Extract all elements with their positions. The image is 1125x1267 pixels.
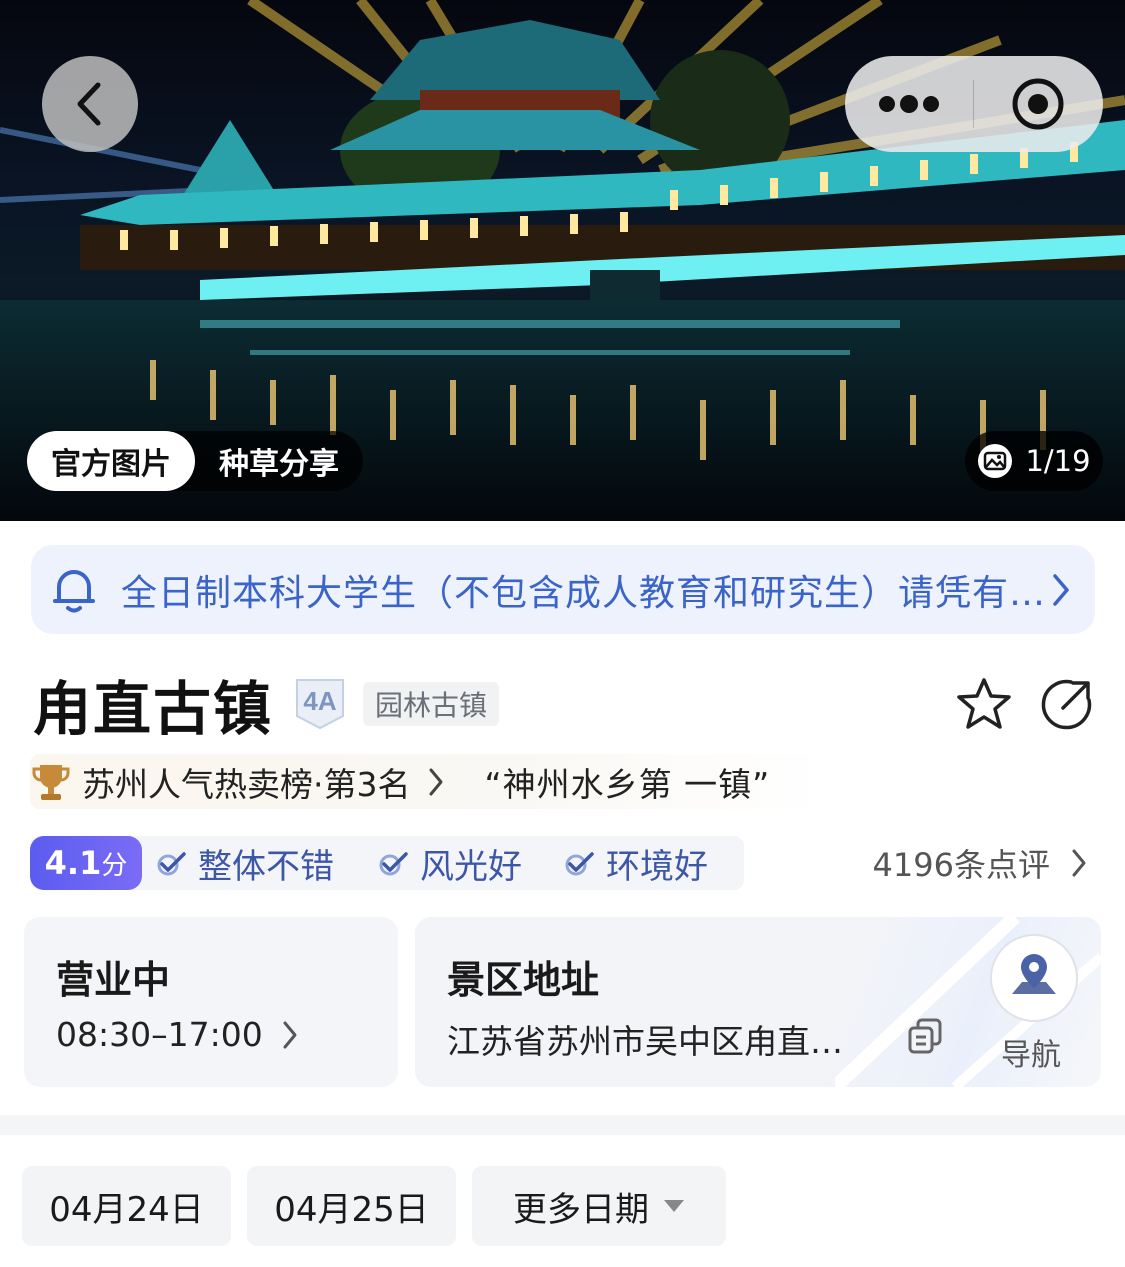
slogan-text: “神州水乡第 一镇” xyxy=(484,765,771,804)
rating-tag: 风光好 xyxy=(378,836,522,890)
check-icon xyxy=(565,852,594,876)
star-icon[interactable] xyxy=(955,676,1013,732)
address-card[interactable]: 景区地址 江苏省苏州市吴中区甪直… 导航 xyxy=(415,917,1101,1087)
more-button[interactable] xyxy=(845,56,973,152)
navigation-button[interactable] xyxy=(990,934,1078,1022)
rating-tag-label: 风光好 xyxy=(420,846,522,887)
close-miniprogram-button[interactable] xyxy=(974,56,1102,152)
share-icon[interactable] xyxy=(1041,678,1093,730)
date-option[interactable]: 04月25日 xyxy=(247,1166,456,1246)
tab-user-shares[interactable]: 种草分享 xyxy=(195,431,363,491)
title-row: 甪直古镇 4A 园林古镇 xyxy=(33,664,1103,744)
hero-photo[interactable]: 官方图片 种草分享 1/19 xyxy=(0,0,1125,521)
ranking-row[interactable]: 苏州人气热卖榜·第3名 “神州水乡第 一镇” xyxy=(30,756,770,808)
opening-hours-card[interactable]: 营业中 08:30–17:00 xyxy=(24,917,398,1087)
back-button[interactable] xyxy=(42,56,138,152)
date-option[interactable]: 04月24日 xyxy=(22,1166,231,1246)
chevron-left-icon xyxy=(77,82,101,126)
opening-time-row: 08:30–17:00 xyxy=(56,1015,299,1054)
reviews-count: 4196条点评 xyxy=(872,846,1050,884)
notice-text: 全日制本科大学生（不包含成人教育和研究生）请凭有… xyxy=(121,572,1047,614)
map-pin-icon xyxy=(1012,954,1056,994)
more-dates-button[interactable]: 更多日期 xyxy=(472,1166,726,1246)
section-separator xyxy=(0,1115,1125,1135)
copy-icon[interactable] xyxy=(907,1017,943,1055)
ranking-text: 苏州人气热卖榜·第3名 xyxy=(82,765,411,804)
caret-down-icon xyxy=(664,1200,684,1212)
score-badge: 4.1 分 xyxy=(30,836,142,890)
rating-tag: 整体不错 xyxy=(156,836,334,890)
attraction-name: 甪直古镇 xyxy=(33,675,274,743)
opening-time: 08:30–17:00 xyxy=(56,1015,263,1054)
rating-tag: 环境好 xyxy=(564,836,708,890)
score-value: 4.1 xyxy=(44,844,102,882)
rating-tag-label: 环境好 xyxy=(606,846,708,887)
check-icon xyxy=(157,852,186,876)
gallery-icon xyxy=(978,444,1013,478)
target-icon xyxy=(1012,78,1064,130)
more-dates-label: 更多日期 xyxy=(513,1189,649,1230)
score-unit: 分 xyxy=(101,851,128,881)
photo-tabs: 官方图片 种草分享 xyxy=(27,431,363,491)
chevron-right-icon xyxy=(1053,573,1069,606)
date-label: 04月24日 xyxy=(49,1189,204,1230)
bell-icon xyxy=(53,569,95,612)
rating-row: 4.1 分 整体不错 风光好 环境好 4196条点评 xyxy=(30,836,1100,890)
chevron-right-icon xyxy=(1072,849,1086,877)
grade-text: 4A xyxy=(303,686,336,716)
trophy-icon xyxy=(32,765,70,800)
photo-counter[interactable]: 1/19 xyxy=(965,431,1103,491)
chevron-right-icon xyxy=(283,1021,297,1048)
navigation-label: 导航 xyxy=(1001,1038,1061,1073)
chevron-right-icon xyxy=(429,768,442,796)
date-label: 04月25日 xyxy=(274,1189,429,1230)
category-tag: 园林古镇 xyxy=(363,682,500,726)
notice-banner[interactable]: 全日制本科大学生（不包含成人教育和研究生）请凭有… xyxy=(31,545,1095,634)
opening-status: 营业中 xyxy=(56,958,171,1002)
grade-badge: 4A xyxy=(296,679,345,730)
tab-official-photos[interactable]: 官方图片 xyxy=(27,431,195,491)
address-title: 景区地址 xyxy=(447,958,600,1002)
check-icon xyxy=(379,852,408,876)
mini-program-capsule xyxy=(845,56,1103,152)
more-dots-icon xyxy=(879,95,939,113)
reviews-link[interactable]: 4196条点评 xyxy=(873,836,1088,890)
rating-tag-label: 整体不错 xyxy=(198,846,334,887)
photo-counter-text: 1/19 xyxy=(1025,444,1091,478)
address-text: 江苏省苏州市吴中区甪直… xyxy=(447,1022,843,1061)
